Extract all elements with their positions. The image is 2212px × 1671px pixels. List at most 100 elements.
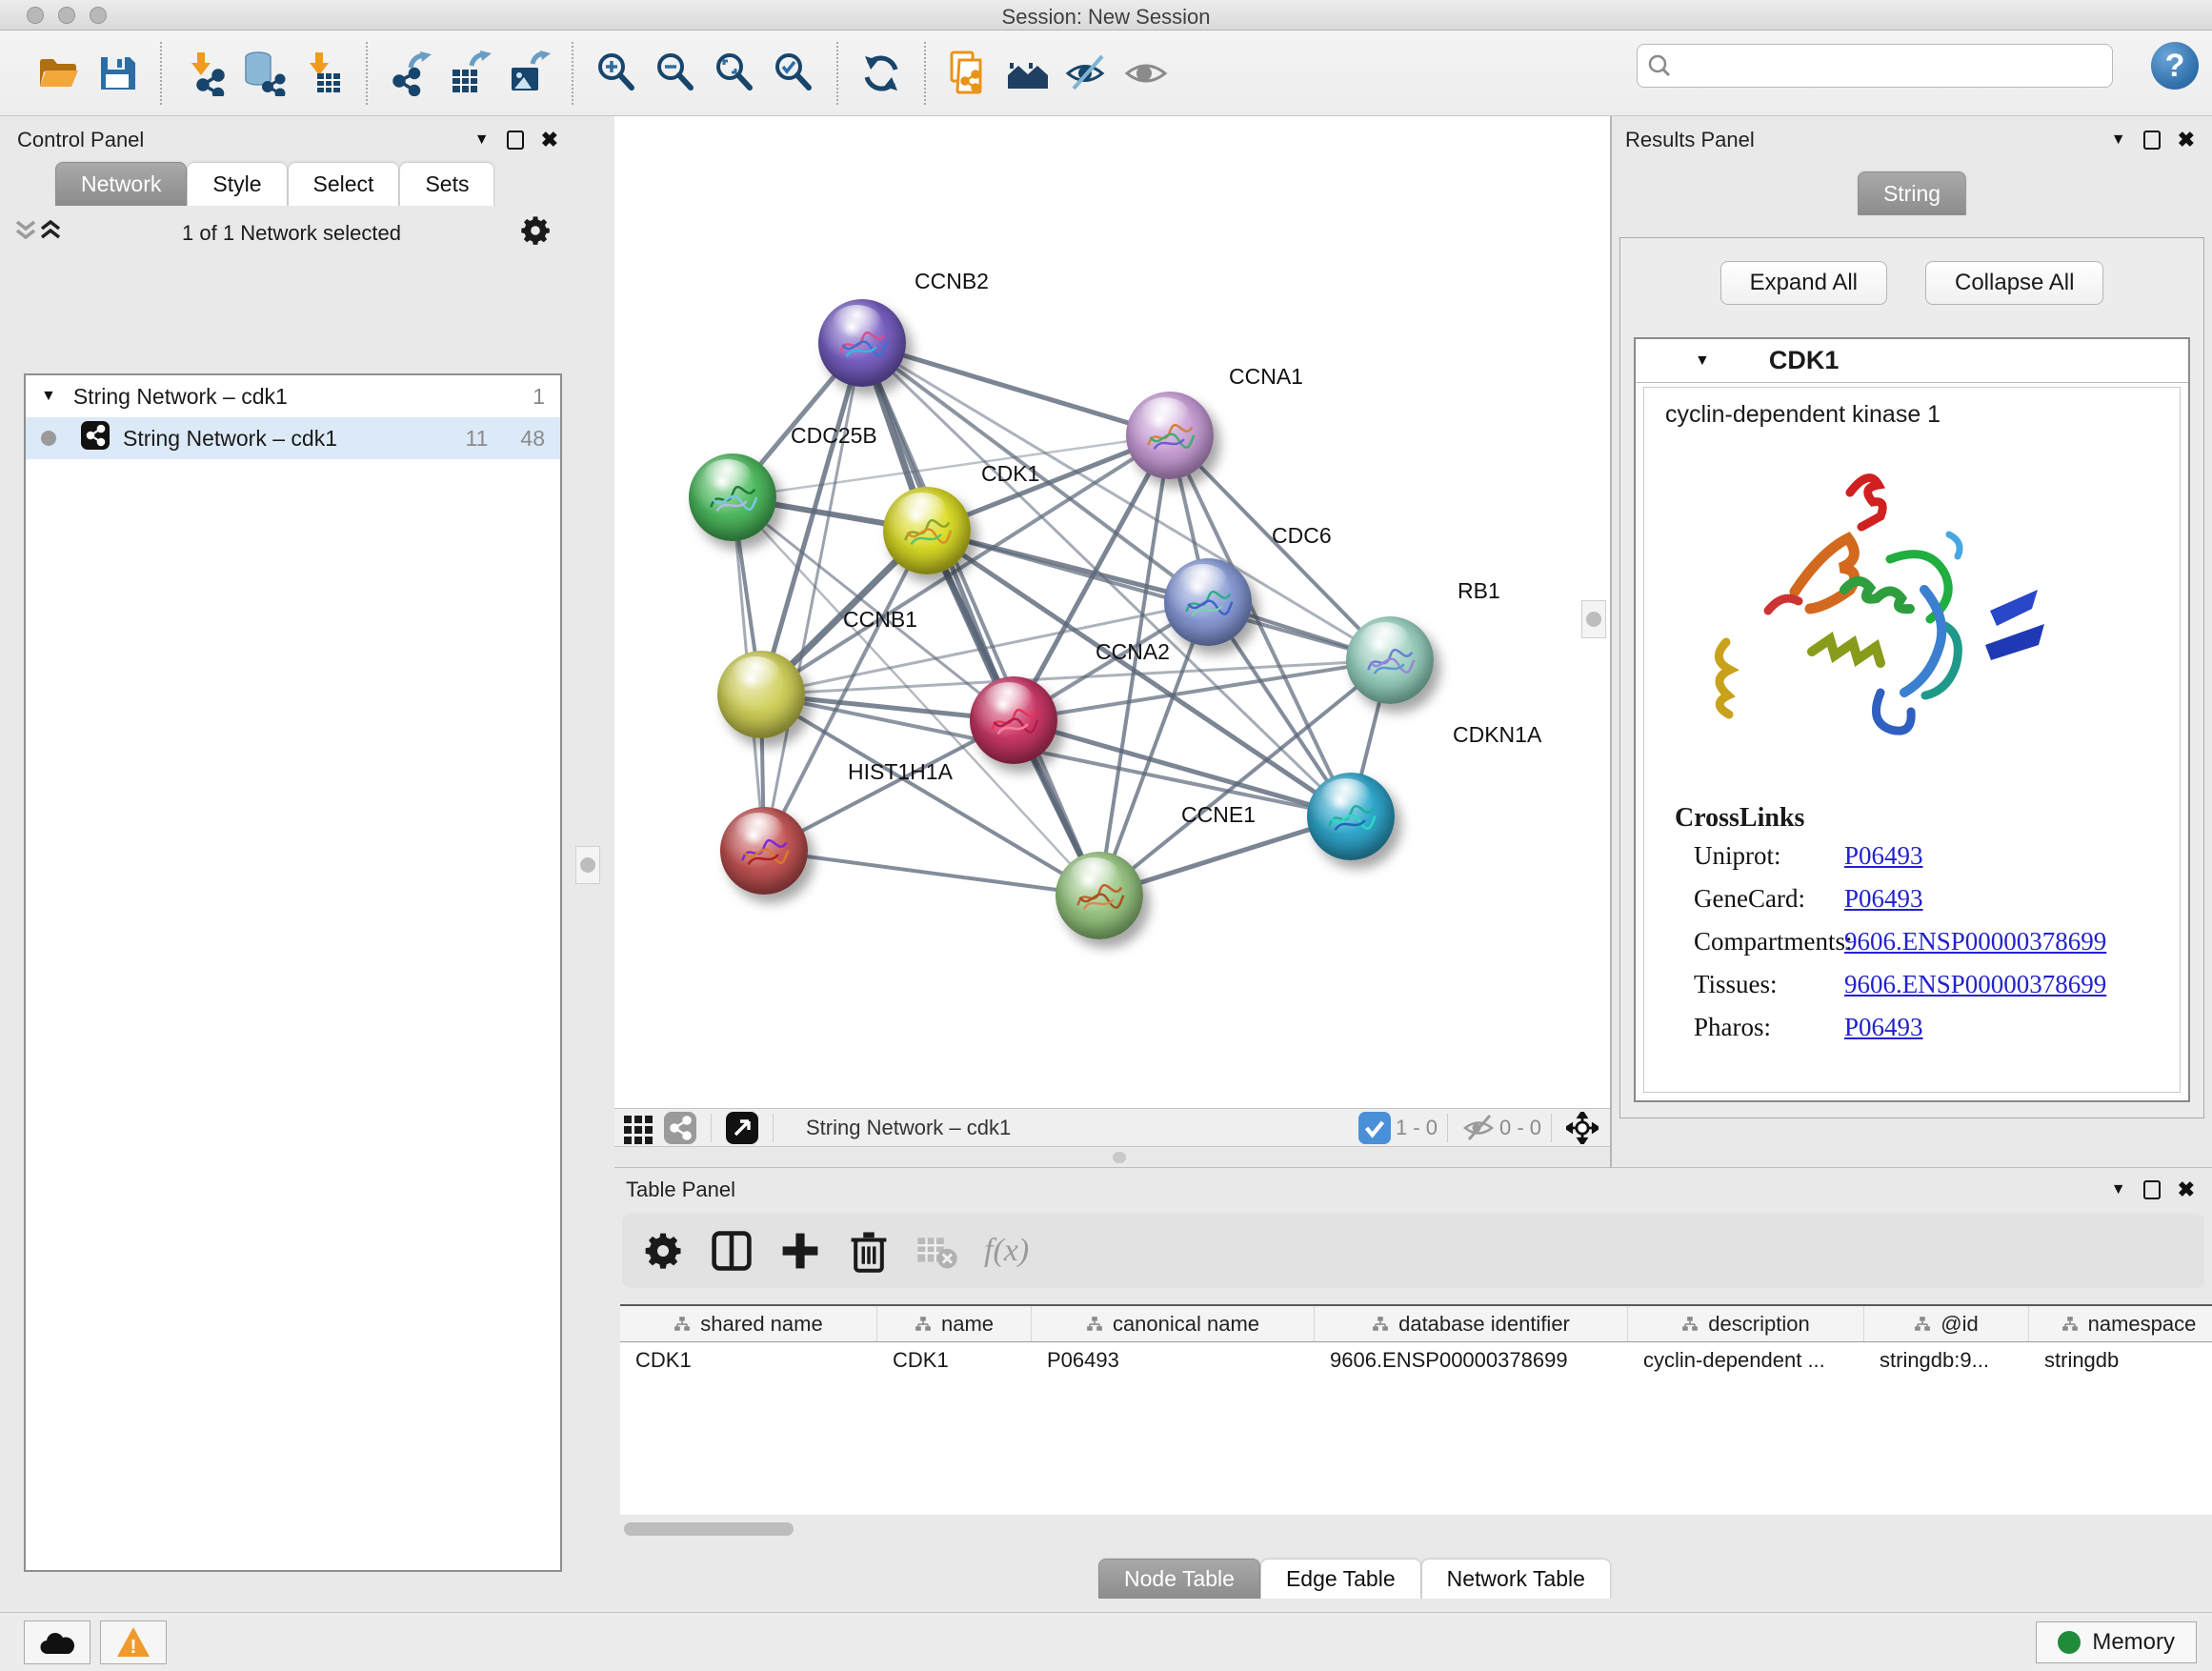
network-row[interactable]: String Network – cdk1 11 48 <box>26 417 560 459</box>
export-table-button[interactable] <box>440 44 499 103</box>
memory-button[interactable]: Memory <box>2036 1621 2197 1663</box>
warnings-button[interactable]: ! <box>100 1621 167 1664</box>
column-attribute-icon <box>1914 1316 1931 1333</box>
table-row[interactable]: CDK1CDK1P064939606.ENSP00000378699cyclin… <box>620 1342 2212 1379</box>
show-columns-icon[interactable] <box>710 1229 754 1273</box>
network-node-HIST1H1A[interactable] <box>720 807 808 895</box>
network-view-icon[interactable] <box>664 1112 696 1144</box>
import-network-file-button[interactable] <box>175 44 234 103</box>
crosslink-label: Uniprot: <box>1694 841 1844 871</box>
column-header-shared-name[interactable]: shared name <box>620 1306 877 1341</box>
table-settings-gear-icon[interactable] <box>641 1229 685 1273</box>
gene-expand-icon[interactable]: ▼ <box>1695 352 1710 370</box>
gene-description: cyclin-dependent kinase 1 <box>1644 388 2180 429</box>
network-node-CCNA2[interactable] <box>970 676 1057 764</box>
network-node-CCNE1[interactable] <box>1056 852 1143 939</box>
column-attribute-icon <box>915 1316 932 1333</box>
panel-float-icon[interactable] <box>507 131 524 150</box>
left-splitter-handle[interactable] <box>575 846 600 884</box>
column-header--id[interactable]: @id <box>1864 1306 2029 1341</box>
tab-style[interactable]: Style <box>187 162 287 206</box>
grid-view-icon[interactable] <box>622 1112 654 1144</box>
column-header-namespace[interactable]: namespace <box>2029 1306 2212 1341</box>
network-node-CCNB1[interactable] <box>717 651 805 738</box>
birdseye-view-icon[interactable] <box>726 1112 758 1144</box>
export-network-button[interactable] <box>381 44 440 103</box>
crosslink-link[interactable]: 9606.ENSP00000378699 <box>1844 970 2106 998</box>
import-network-database-button[interactable] <box>234 44 293 103</box>
network-options-gear-icon[interactable] <box>520 215 551 251</box>
selected-checkbox-icon[interactable] <box>1358 1112 1391 1144</box>
network-node-CDC25B[interactable] <box>689 453 776 541</box>
panel-close-icon[interactable]: ✖ <box>2178 128 2195 152</box>
tab-edge-table[interactable]: Edge Table <box>1260 1559 1421 1599</box>
hide-selected-icon-button[interactable] <box>1057 44 1116 103</box>
save-session-button[interactable] <box>88 44 147 103</box>
tab-sets[interactable]: Sets <box>399 162 494 206</box>
clone-network-button[interactable] <box>939 44 998 103</box>
collection-expand-icon[interactable]: ▼ <box>41 388 56 405</box>
gene-header[interactable]: ▼ CDK1 <box>1636 339 2188 383</box>
fit-move-crosshair-icon[interactable] <box>1566 1112 1599 1144</box>
panel-close-icon[interactable]: ✖ <box>541 128 558 152</box>
zoom-out-button[interactable] <box>646 44 705 103</box>
crosslink-label: GeneCard: <box>1694 884 1844 914</box>
column-header-name[interactable]: name <box>877 1306 1032 1341</box>
zoom-selected-button[interactable] <box>764 44 823 103</box>
collapse-all-button[interactable]: Collapse All <box>1925 261 2103 305</box>
network-node-CCNA1[interactable] <box>1126 392 1214 479</box>
add-column-icon[interactable] <box>778 1229 822 1273</box>
network-node-CCNB2[interactable] <box>818 299 906 387</box>
help-button[interactable]: ? <box>2151 42 2199 90</box>
collapse-all-networks-icon[interactable] <box>38 219 63 247</box>
crosslink-label: Pharos: <box>1694 1013 1844 1042</box>
node-label-CCNB1: CCNB1 <box>843 607 917 633</box>
network-node-CDC6[interactable] <box>1164 558 1252 646</box>
zoom-in-button[interactable] <box>587 44 646 103</box>
panel-float-icon[interactable] <box>2143 131 2161 150</box>
crosslink-link[interactable]: P06493 <box>1844 841 1923 870</box>
apply-layout-button[interactable] <box>852 44 911 103</box>
delete-column-trash-icon[interactable] <box>847 1229 891 1273</box>
crosslink-row: Uniprot:P06493 <box>1694 841 1923 871</box>
node-label-CDK1: CDK1 <box>981 461 1039 487</box>
column-header-description[interactable]: description <box>1628 1306 1864 1341</box>
show-all-icon-button[interactable] <box>1116 44 1176 103</box>
network-node-CDKN1A[interactable] <box>1307 773 1395 860</box>
tab-network[interactable]: Network <box>55 162 187 206</box>
column-header-database-identifier[interactable]: database identifier <box>1315 1306 1628 1341</box>
column-header-canonical-name[interactable]: canonical name <box>1032 1306 1315 1341</box>
table-cell: CDK1 <box>877 1342 1032 1379</box>
tab-select[interactable]: Select <box>288 162 400 206</box>
panel-close-icon[interactable]: ✖ <box>2178 1178 2195 1202</box>
network-node-RB1[interactable] <box>1346 616 1434 704</box>
tab-network-table[interactable]: Network Table <box>1421 1559 1611 1599</box>
home-button[interactable] <box>998 44 1057 103</box>
crosslink-link[interactable]: 9606.ENSP00000378699 <box>1844 927 2106 956</box>
network-node-CDK1[interactable] <box>883 487 971 574</box>
panel-float-icon[interactable] <box>2143 1180 2161 1199</box>
horizontal-splitter[interactable] <box>614 1146 1610 1167</box>
panel-collapse-icon[interactable]: ▼ <box>2111 131 2126 149</box>
export-image-button[interactable] <box>499 44 558 103</box>
string-results-container: Expand All Collapse All ▼ CDK1 cyclin-de… <box>1619 237 2204 1118</box>
open-session-button[interactable] <box>29 44 88 103</box>
expand-all-button[interactable]: Expand All <box>1720 261 1887 305</box>
tab-node-table[interactable]: Node Table <box>1098 1559 1260 1599</box>
crosslink-link[interactable]: P06493 <box>1844 1013 1923 1041</box>
expand-all-networks-icon[interactable] <box>13 219 38 247</box>
import-table-file-button[interactable] <box>293 44 352 103</box>
table-horizontal-scrollbar[interactable] <box>624 1522 794 1536</box>
network-collection-row[interactable]: ▼ String Network – cdk1 1 <box>26 375 560 417</box>
right-splitter-handle[interactable] <box>1581 600 1606 638</box>
tab-string[interactable]: String <box>1858 171 1966 215</box>
cloud-tasks-button[interactable] <box>24 1621 90 1664</box>
panel-collapse-icon[interactable]: ▼ <box>474 131 490 149</box>
search-input[interactable] <box>1679 53 2102 78</box>
panel-collapse-icon[interactable]: ▼ <box>2111 1181 2126 1198</box>
protein-thumbnail-HIST1H1A <box>734 830 794 876</box>
network-canvas[interactable]: CCNB2CCNA1CDC25BCDK1CDC6RB1CCNB1CCNA2CDK… <box>614 116 1610 1108</box>
crosslink-link[interactable]: P06493 <box>1844 884 1923 913</box>
table-panel: Table Panel ▼ ✖ f(x) shared namenamecano… <box>614 1167 2212 1612</box>
zoom-fit-button[interactable] <box>705 44 764 103</box>
